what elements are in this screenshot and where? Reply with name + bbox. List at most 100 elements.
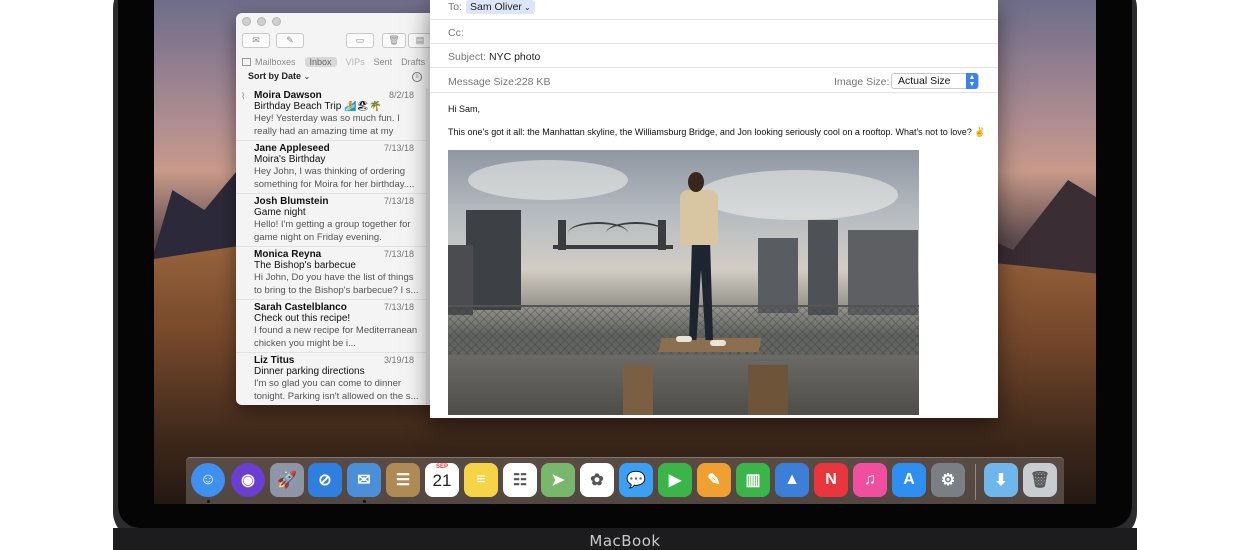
body-greeting[interactable]: Hi Sam, bbox=[448, 104, 480, 114]
dock-notes-icon[interactable]: ≡ bbox=[464, 463, 498, 497]
favorite-drafts[interactable]: Drafts bbox=[401, 57, 425, 67]
mail-viewer-window: ✉ ✎ ▭ 🗑 ▤ Mailboxes Inbox VIPs Sent Draf… bbox=[236, 13, 436, 405]
recipient-token[interactable]: Sam Oliver ⌄ bbox=[466, 0, 535, 14]
message-subject: Dinner parking directions bbox=[254, 366, 365, 377]
message-preview: I found a new recipe for Mediterranean c… bbox=[254, 325, 418, 349]
sidebar-toggle-icon[interactable] bbox=[242, 58, 251, 66]
subject-label: Subject: bbox=[448, 51, 486, 63]
message-date: 7/13/18 bbox=[383, 302, 414, 312]
dock-itunes-icon[interactable]: ♫ bbox=[853, 463, 887, 497]
message-size-row: Message Size: 228 KB Image Size: Actual … bbox=[430, 69, 998, 93]
message-list-item[interactable]: Josh Blumstein 7/13/18 Game night Hello! I'… bbox=[236, 194, 426, 247]
message-date: 8/2/18 bbox=[388, 90, 414, 100]
minimize-window-button[interactable] bbox=[257, 17, 266, 26]
message-preview: I'm so glad you can come to dinner tonig… bbox=[254, 378, 419, 402]
compose-icon: ✎ bbox=[286, 35, 294, 45]
junk-button[interactable]: ▤ bbox=[408, 33, 432, 48]
image-size-label: Image Size: bbox=[834, 76, 890, 88]
device-brand-label: MacBook bbox=[589, 532, 661, 550]
photo-cloud bbox=[468, 160, 628, 200]
window-controls bbox=[242, 17, 281, 26]
chevron-down-icon: ⌄ bbox=[303, 72, 311, 81]
attached-photo[interactable] bbox=[448, 150, 919, 415]
message-list-item[interactable]: Jane Appleseed 7/13/18 Moira's Birthday Hey… bbox=[236, 141, 426, 194]
dock-trash-icon[interactable]: 🗑 bbox=[1023, 463, 1057, 497]
favorite-sent[interactable]: Sent bbox=[374, 57, 393, 67]
message-preview: Hey! Yesterday was so much fun. I really… bbox=[254, 113, 400, 137]
dock-numbers-icon[interactable]: ▥ bbox=[736, 463, 770, 497]
photo-building bbox=[758, 238, 798, 313]
message-list-item[interactable]: Monica Reyna 7/13/18 The Bishop's barbecue… bbox=[236, 247, 426, 300]
filter-icon[interactable]: ≡ bbox=[412, 72, 422, 82]
compose-button[interactable]: ✎ bbox=[276, 33, 304, 48]
dock-siri-icon[interactable]: ◉ bbox=[231, 463, 265, 497]
envelope-icon: ✉ bbox=[252, 35, 260, 45]
stage: ✉ ✎ ▭ 🗑 ▤ Mailboxes Inbox VIPs Sent Draf… bbox=[0, 0, 1250, 550]
delete-button[interactable]: 🗑 bbox=[382, 33, 406, 48]
zoom-window-button[interactable] bbox=[272, 17, 281, 26]
to-label: To: bbox=[448, 1, 463, 13]
favorite-inbox[interactable]: Inbox bbox=[304, 57, 337, 67]
dock-downloads-folder-icon[interactable]: ⬇ bbox=[984, 463, 1018, 497]
dock-finder-icon[interactable]: ☺ bbox=[191, 463, 225, 497]
photo-bench bbox=[623, 365, 653, 415]
subject-row[interactable]: Subject: NYC photo bbox=[430, 44, 998, 68]
image-size-select[interactable]: Actual Size ▲ ▼ bbox=[891, 73, 979, 89]
photo-building bbox=[848, 230, 918, 315]
dock-app-store-icon[interactable]: A bbox=[892, 463, 926, 497]
message-list: ⌇ Moira Dawson 8/2/18 Birthday Beach Trip 🏄… bbox=[236, 88, 426, 405]
message-list-item[interactable]: Liz Titus 3/19/18 Dinner parking direction… bbox=[236, 353, 426, 405]
message-date: 7/13/18 bbox=[383, 196, 414, 206]
photo-bridge-tower bbox=[558, 220, 566, 250]
dock-photos-icon[interactable]: ✿ bbox=[580, 463, 614, 497]
cc-row[interactable]: Cc: bbox=[430, 20, 998, 44]
dock-calendar-icon[interactable]: SEP 21 bbox=[425, 463, 459, 497]
photo-bench bbox=[748, 365, 788, 415]
photo-bridge-cable bbox=[606, 222, 666, 244]
dock-reminders-icon[interactable]: ☷ bbox=[503, 463, 537, 497]
message-list-item[interactable]: ⌇ Moira Dawson 8/2/18 Birthday Beach Trip 🏄… bbox=[236, 88, 426, 141]
compose-window: To: Sam Oliver ⌄ Cc: Subject: NYC photo M… bbox=[430, 0, 998, 418]
message-date: 3/19/18 bbox=[383, 355, 414, 365]
dock-system-preferences-icon[interactable]: ⚙ bbox=[931, 463, 965, 497]
stepper-arrows-icon: ▲ ▼ bbox=[966, 73, 978, 89]
body-text[interactable]: This one's got it all: the Manhattan sky… bbox=[448, 127, 985, 138]
dock-separator bbox=[975, 464, 976, 500]
calendar-day: 21 bbox=[432, 471, 452, 490]
message-preview: Hey John, I was thinking of ordering som… bbox=[254, 166, 415, 190]
message-size-value: 228 KB bbox=[516, 76, 551, 88]
photo-cloud bbox=[698, 170, 898, 220]
trash-icon: 🗑 bbox=[388, 35, 400, 45]
message-preview: Hi John, Do you have the list of things … bbox=[254, 272, 419, 296]
dock-facetime-icon[interactable]: ▶ bbox=[658, 463, 692, 497]
dock-pages-icon[interactable]: ✎ bbox=[697, 463, 731, 497]
dock-running-indicator bbox=[207, 500, 210, 503]
get-mail-button[interactable]: ✉ bbox=[242, 33, 270, 48]
message-date: 7/13/18 bbox=[383, 143, 414, 153]
dock-mail-icon[interactable]: ✉ bbox=[347, 463, 381, 497]
close-window-button[interactable] bbox=[242, 17, 251, 26]
dock-keynote-icon[interactable]: ▲ bbox=[775, 463, 809, 497]
subject-value[interactable]: NYC photo bbox=[489, 51, 540, 63]
message-preview: Hello! I'm getting a group together for … bbox=[254, 219, 411, 243]
dock-contacts-icon[interactable]: ☰ bbox=[386, 463, 420, 497]
favorite-mailboxes[interactable]: Mailboxes bbox=[255, 57, 296, 67]
message-subject: Game night bbox=[254, 207, 306, 218]
to-row[interactable]: To: Sam Oliver ⌄ bbox=[430, 0, 998, 20]
message-list-item[interactable]: Sarah Castelblanco 7/13/18 Check out this … bbox=[236, 300, 426, 353]
archive-button[interactable]: ▭ bbox=[346, 33, 374, 48]
dock-maps-icon[interactable]: ➤ bbox=[541, 463, 575, 497]
message-size-label: Message Size: bbox=[448, 76, 517, 88]
sort-bar[interactable]: Sort by Date ⌄ ≡ bbox=[248, 71, 432, 85]
dock-safari-icon[interactable]: ⊘ bbox=[308, 463, 342, 497]
mail-toolbar: ✉ ✎ ▭ 🗑 ▤ bbox=[242, 33, 436, 49]
sort-label[interactable]: Sort by Date bbox=[248, 71, 301, 81]
message-subject: Check out this recipe! bbox=[254, 313, 351, 324]
photo-person-torso bbox=[680, 190, 718, 245]
favorite-vips[interactable]: VIPs bbox=[346, 57, 365, 67]
dock-launchpad-icon[interactable]: 🚀 bbox=[270, 463, 304, 497]
dock-messages-icon[interactable]: 💬 bbox=[619, 463, 653, 497]
dock-running-indicator bbox=[363, 500, 366, 503]
photo-person-shoe bbox=[710, 340, 726, 346]
dock-news-icon[interactable]: N bbox=[814, 463, 848, 497]
